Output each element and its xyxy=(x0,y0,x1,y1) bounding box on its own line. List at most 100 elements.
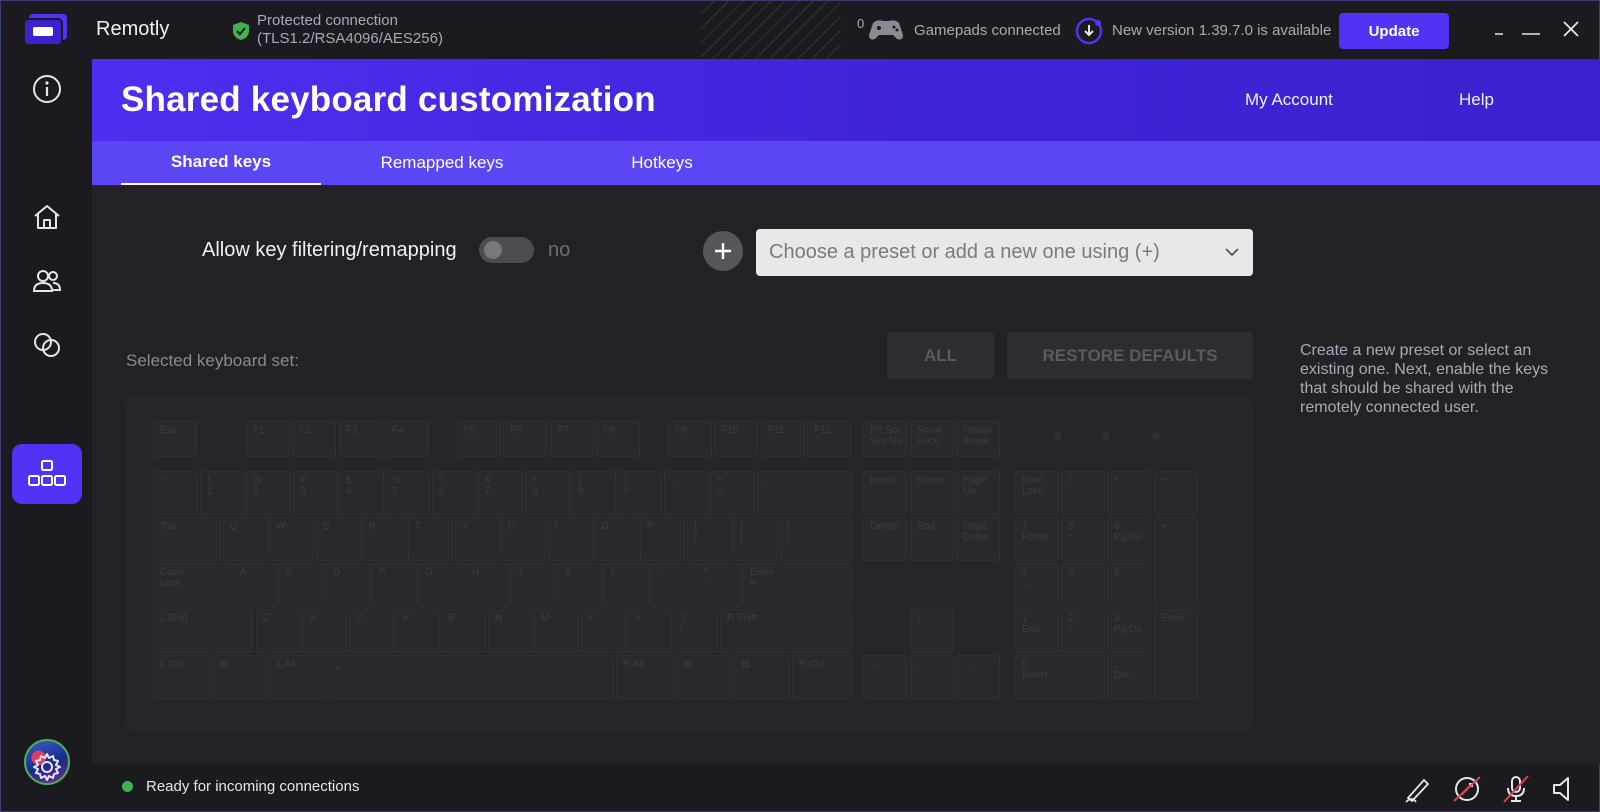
key-3[interactable]: # 3 xyxy=(293,471,338,515)
my-account-link[interactable]: My Account xyxy=(1245,90,1333,110)
key-d[interactable]: D xyxy=(326,563,371,607)
key-7[interactable]: & 7 xyxy=(478,471,523,515)
home-icon[interactable] xyxy=(29,199,65,235)
key-lalt[interactable]: L Alt xyxy=(270,655,327,699)
tab-hotkeys[interactable]: Hotkeys xyxy=(572,141,752,185)
key-f3[interactable]: F3 xyxy=(339,421,383,457)
allow-filtering-toggle[interactable] xyxy=(479,237,534,263)
key-b[interactable]: B xyxy=(441,609,486,653)
key-scroll[interactable]: Scroll Lock xyxy=(910,421,954,457)
users-icon[interactable] xyxy=(29,263,65,299)
info-icon[interactable] xyxy=(29,71,65,107)
key-a[interactable]: A xyxy=(233,563,278,607)
key-lbracket[interactable]: { [ xyxy=(687,517,732,561)
add-preset-button[interactable] xyxy=(703,231,743,271)
download-update-icon[interactable] xyxy=(1074,16,1104,46)
key-menu[interactable]: ▤ xyxy=(734,655,790,699)
key-lwin[interactable]: ⊞ xyxy=(212,655,268,699)
maximize-icon[interactable] xyxy=(1517,15,1545,43)
key-rbracket[interactable]: } ] xyxy=(733,517,778,561)
key-f5[interactable]: F5 xyxy=(457,421,501,457)
key-f6[interactable]: F6 xyxy=(503,421,547,457)
key-j[interactable]: J xyxy=(511,563,556,607)
key-end[interactable]: End xyxy=(910,517,954,561)
key-5[interactable]: % 5 xyxy=(385,471,430,515)
sessions-icon[interactable] xyxy=(29,327,65,363)
help-link[interactable]: Help xyxy=(1459,90,1494,110)
key-f9[interactable]: F9 xyxy=(668,421,712,457)
key-np7[interactable]: 7 Home xyxy=(1015,517,1059,561)
preset-select[interactable]: Choose a preset or add a new one using (… xyxy=(756,229,1253,276)
tab-remapped-keys[interactable]: Remapped keys xyxy=(342,141,542,185)
key-backslash[interactable]: | \ xyxy=(780,517,852,561)
key-o[interactable]: O xyxy=(594,517,639,561)
key-np3[interactable]: 3 Pg Dn xyxy=(1107,609,1151,653)
update-button[interactable]: Update xyxy=(1339,13,1449,49)
key-9[interactable]: ( 9 xyxy=(571,471,616,515)
key-tab[interactable]: Tab xyxy=(153,517,221,561)
key-npsub[interactable]: − xyxy=(1154,471,1198,515)
key-comma[interactable]: < , xyxy=(581,609,626,653)
key-esc[interactable]: Esc xyxy=(153,421,197,457)
key-npdec[interactable]: . Del xyxy=(1107,655,1151,699)
key-l[interactable]: L xyxy=(604,563,649,607)
key-equal[interactable]: + = xyxy=(710,471,755,515)
key-ralt[interactable]: R Alt xyxy=(616,655,674,699)
key-s[interactable]: S xyxy=(279,563,324,607)
key-2[interactable]: @ 2 xyxy=(246,471,291,515)
key-f7[interactable]: F7 xyxy=(550,421,594,457)
key-pause[interactable]: Pause Break xyxy=(956,421,1000,457)
key-f4[interactable]: F4 xyxy=(385,421,429,457)
key-npmul[interactable]: * xyxy=(1107,471,1151,515)
select-all-button[interactable]: ALL xyxy=(887,332,994,379)
key-h[interactable]: H xyxy=(465,563,510,607)
key-down[interactable]: ↓ xyxy=(910,655,954,699)
key-rwin[interactable]: ⊞ xyxy=(676,655,732,699)
key-period[interactable]: > . xyxy=(627,609,672,653)
key-tilde[interactable]: ~ ` xyxy=(153,471,198,515)
key-np6[interactable]: 6 → xyxy=(1107,563,1151,607)
restore-defaults-button[interactable]: RESTORE DEFAULTS xyxy=(1007,332,1253,379)
key-f[interactable]: F xyxy=(372,563,417,607)
key-r[interactable]: R xyxy=(362,517,407,561)
key-pgup[interactable]: Page Up xyxy=(956,471,1000,515)
key-np1[interactable]: 1 End xyxy=(1015,609,1059,653)
key-np0[interactable]: 0 Insert xyxy=(1015,655,1105,699)
key-home[interactable]: Home xyxy=(910,471,954,515)
key-enter[interactable]: Enter ↵ xyxy=(743,563,852,607)
key-space[interactable]: ⎵ xyxy=(329,655,614,699)
key-semicolon[interactable]: : ; xyxy=(650,563,695,607)
keyboard-settings-icon[interactable] xyxy=(12,444,82,504)
key-t[interactable]: T xyxy=(408,517,453,561)
minimize-icon[interactable] xyxy=(1485,15,1513,43)
key-e[interactable]: E xyxy=(316,517,361,561)
key-npadd[interactable]: + xyxy=(1154,517,1198,607)
key-delete[interactable]: Delete xyxy=(863,517,907,561)
key-f10[interactable]: F10 xyxy=(714,421,758,457)
key-rctrl[interactable]: R Ctrl xyxy=(792,655,852,699)
key-i[interactable]: I xyxy=(548,517,593,561)
key-0[interactable]: ) 0 xyxy=(617,471,662,515)
key-q[interactable]: Q xyxy=(223,517,268,561)
key-np2[interactable]: 2 ↓ xyxy=(1061,609,1105,653)
key-np8[interactable]: 8 ↑ xyxy=(1061,517,1105,561)
key-1[interactable]: ! 1 xyxy=(200,471,245,515)
key-caps[interactable]: Caps Lock xyxy=(153,563,231,607)
key-g[interactable]: G xyxy=(418,563,463,607)
key-z[interactable]: Z xyxy=(256,609,301,653)
pen-icon[interactable] xyxy=(1401,773,1435,805)
key-f12[interactable]: F12 xyxy=(807,421,851,457)
key-minus[interactable]: _ - xyxy=(664,471,709,515)
key-pgdn[interactable]: Page Down xyxy=(956,517,1000,561)
key-quote[interactable]: " ' xyxy=(697,563,742,607)
key-insert[interactable]: Insert xyxy=(863,471,907,515)
key-4[interactable]: $ 4 xyxy=(339,471,384,515)
key-f11[interactable]: F11 xyxy=(761,421,805,457)
key-w[interactable]: W xyxy=(269,517,314,561)
gear-icon[interactable] xyxy=(29,749,65,785)
key-p[interactable]: P xyxy=(640,517,685,561)
microphone-muted-icon[interactable] xyxy=(1499,773,1533,805)
key-npenter[interactable]: Enter xyxy=(1154,609,1198,699)
key-np4[interactable]: 4 ← xyxy=(1015,563,1059,607)
key-np5[interactable]: 5 xyxy=(1061,563,1105,607)
